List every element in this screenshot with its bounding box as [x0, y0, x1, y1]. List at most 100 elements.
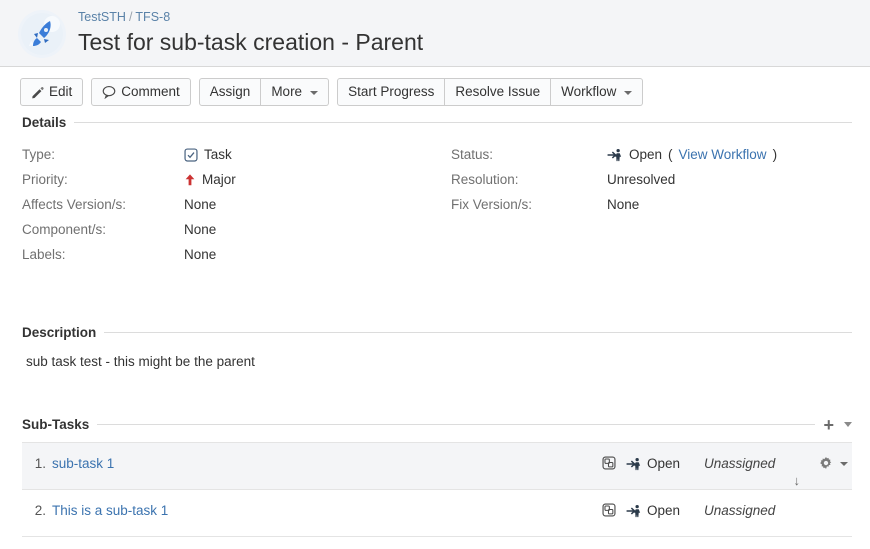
description-section: Description sub task test - this might b… — [0, 325, 870, 369]
comment-button-group: Comment — [91, 78, 191, 106]
chevron-down-icon — [624, 91, 633, 95]
resolve-issue-label: Resolve Issue — [455, 84, 541, 99]
details-body: Type: Task Priority: Major Affects Versi… — [22, 130, 852, 267]
field-affects-version-label: Affects Version/s: — [22, 197, 127, 212]
description-heading-row: Description — [22, 325, 852, 340]
status-open-icon — [626, 504, 642, 518]
comment-bubble-icon — [102, 85, 116, 99]
subtask-title-cell: This is a sub-task 1 — [52, 503, 592, 518]
subtasks-table: 1. sub-task 1 Open Unassigned ↓ 2. This … — [22, 442, 852, 537]
assign-button[interactable]: Assign — [198, 78, 262, 106]
field-status: Status: Open ( View Workflow) — [451, 142, 852, 167]
view-workflow-link[interactable]: View Workflow — [679, 147, 767, 162]
subtask-link[interactable]: sub-task 1 — [52, 456, 114, 471]
field-type-label: Type: — [22, 147, 56, 162]
details-left-column: Type: Task Priority: Major Affects Versi… — [22, 142, 437, 267]
details-right-column: Status: Open ( View Workflow) Resolution:… — [437, 142, 852, 267]
field-affects-version-value: None — [184, 197, 217, 212]
field-resolution-value: Unresolved — [607, 172, 676, 187]
subtasks-list-wrap: 1. sub-task 1 Open Unassigned ↓ 2. This … — [0, 432, 870, 537]
chevron-down-icon — [310, 91, 319, 95]
details-section: Details Type: Task Priority: Major Affec… — [0, 115, 870, 267]
subtask-number: 2. — [34, 503, 46, 518]
subtasks-section: Sub-Tasks + — [0, 416, 870, 434]
field-status-value: Open — [629, 147, 663, 162]
header-text: TestSTH / TFS-8 Test for sub-task creation… — [78, 8, 423, 57]
assign-button-group: Assign More — [198, 78, 330, 106]
workflow-button[interactable]: Workflow — [551, 78, 644, 106]
field-priority: Priority: Major — [22, 167, 437, 192]
move-subtask-down-icon[interactable]: ↓ — [794, 473, 801, 488]
avatar — [18, 10, 66, 58]
field-type-value-wrap: Task — [184, 147, 232, 162]
subtask-title-cell: sub-task 1 — [52, 456, 592, 471]
more-button[interactable]: More — [261, 78, 330, 106]
assign-button-label: Assign — [209, 84, 251, 99]
field-status-value-wrap: Open ( View Workflow) — [607, 147, 777, 162]
field-resolution-label: Resolution: — [451, 172, 519, 187]
field-status-label: Status: — [451, 147, 494, 162]
subtask-link[interactable]: This is a sub-task 1 — [52, 503, 168, 518]
breadcrumb-separator: / — [128, 10, 133, 24]
breadcrumb-issue-link[interactable]: TFS-8 — [135, 10, 170, 24]
status-open-icon — [626, 457, 642, 471]
issue-header: TestSTH / TFS-8 Test for sub-task creation… — [0, 0, 870, 67]
field-component-label: Component/s: — [22, 222, 107, 237]
subtask-status-label: Open — [647, 456, 681, 471]
chevron-down-icon[interactable] — [844, 422, 852, 427]
field-fix-version: Fix Version/s: None — [451, 192, 852, 217]
subtask-assignee: Unassigned — [704, 503, 776, 518]
comment-button-label: Comment — [121, 84, 180, 99]
field-labels: Labels: None — [22, 242, 437, 267]
field-resolution: Resolution: Unresolved — [451, 167, 852, 192]
issue-toolbar: Edit Comment Assign More Start Progress … — [0, 67, 870, 115]
more-button-label: More — [271, 84, 303, 99]
field-labels-label: Labels: — [22, 247, 66, 262]
subtask-operations — [804, 456, 852, 470]
subtask-status-cell: Open — [626, 456, 704, 471]
priority-major-icon — [184, 173, 196, 187]
field-type-value: Task — [204, 147, 232, 162]
subtask-assignee: Unassigned — [704, 456, 776, 471]
field-priority-value: Major — [202, 172, 236, 187]
workflow-button-label: Workflow — [561, 84, 617, 99]
view-workflow-paren-open: ( — [668, 147, 673, 162]
field-priority-label: Priority: — [22, 172, 68, 187]
rocket-avatar-icon — [21, 13, 63, 55]
subtasks-header-actions: + — [823, 416, 852, 434]
field-affects-version: Affects Version/s: None — [22, 192, 437, 217]
description-body: sub task test - this might be the parent — [26, 354, 255, 369]
subtask-status-cell: Open — [626, 503, 704, 518]
field-labels-value: None — [184, 247, 217, 262]
start-progress-button[interactable]: Start Progress — [337, 78, 446, 106]
breadcrumb-project-link[interactable]: TestSTH — [78, 10, 126, 24]
heading-rule — [104, 332, 852, 333]
subtasks-heading: Sub-Tasks — [22, 417, 90, 432]
table-row[interactable]: 2. This is a sub-task 1 Open Unassigned — [22, 490, 852, 537]
subtask-type-icon — [592, 456, 626, 470]
gear-icon — [819, 456, 833, 470]
subtask-actions-menu[interactable] — [819, 456, 848, 470]
resolve-issue-button[interactable]: Resolve Issue — [445, 78, 552, 106]
field-component-value: None — [184, 222, 217, 237]
table-row[interactable]: 1. sub-task 1 Open Unassigned ↓ — [22, 443, 852, 490]
chevron-down-icon — [840, 462, 848, 466]
heading-rule — [97, 424, 816, 425]
edit-button[interactable]: Edit — [20, 78, 84, 106]
page-title: Test for sub-task creation - Parent — [78, 29, 424, 55]
field-fix-version-label: Fix Version/s: — [451, 197, 533, 212]
field-priority-value-wrap: Major — [184, 172, 236, 187]
start-progress-label: Start Progress — [348, 84, 435, 99]
task-type-icon — [184, 147, 198, 162]
subtasks-heading-row: Sub-Tasks + — [22, 416, 852, 434]
field-type: Type: Task — [22, 142, 437, 167]
add-subtask-icon[interactable]: + — [823, 416, 834, 434]
breadcrumb: TestSTH / TFS-8 — [78, 9, 423, 25]
view-workflow-paren-close: ) — [772, 147, 778, 162]
status-open-icon — [607, 148, 623, 162]
pencil-icon — [31, 86, 44, 99]
comment-button[interactable]: Comment — [91, 78, 191, 106]
details-heading-row: Details — [22, 115, 852, 130]
workflow-button-group: Start Progress Resolve Issue Workflow — [337, 78, 644, 106]
description-heading: Description — [22, 325, 97, 340]
